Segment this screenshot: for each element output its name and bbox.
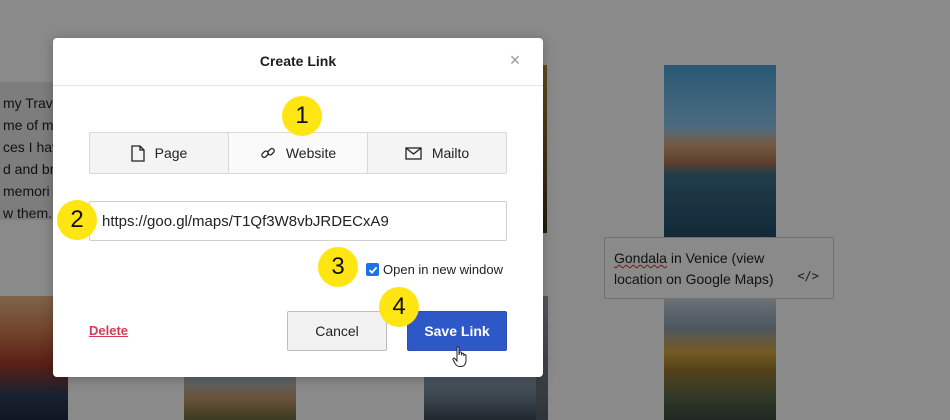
step-marker-4: 4 (379, 287, 419, 327)
tab-page[interactable]: Page (90, 133, 229, 173)
dialog-title: Create Link (259, 53, 337, 69)
step-marker-1: 1 (282, 96, 322, 136)
url-input[interactable] (89, 201, 507, 241)
page-icon (130, 144, 145, 162)
save-link-button[interactable]: Save Link (407, 311, 507, 351)
mail-icon (405, 146, 422, 160)
tab-website[interactable]: Website (229, 133, 368, 173)
link-icon (260, 145, 276, 161)
step-marker-3: 3 (318, 247, 358, 287)
cancel-button[interactable]: Cancel (287, 311, 387, 351)
delete-link[interactable]: Delete (89, 323, 128, 338)
open-new-window-option[interactable]: Open in new window (366, 262, 503, 277)
create-link-dialog: Create Link × Page Website Mailto Open i (53, 38, 543, 377)
open-new-window-label: Open in new window (383, 262, 503, 277)
tab-label: Website (285, 145, 337, 161)
open-new-window-checkbox[interactable] (366, 263, 379, 276)
dialog-header: Create Link × (53, 38, 543, 86)
tab-mailto[interactable]: Mailto (368, 133, 506, 173)
tab-label: Page (154, 145, 188, 161)
close-button[interactable]: × (507, 51, 523, 69)
tab-label: Mailto (431, 145, 470, 161)
hand-cursor-icon (452, 346, 468, 373)
link-type-tabs: Page Website Mailto (89, 132, 507, 174)
step-marker-2: 2 (57, 200, 97, 240)
